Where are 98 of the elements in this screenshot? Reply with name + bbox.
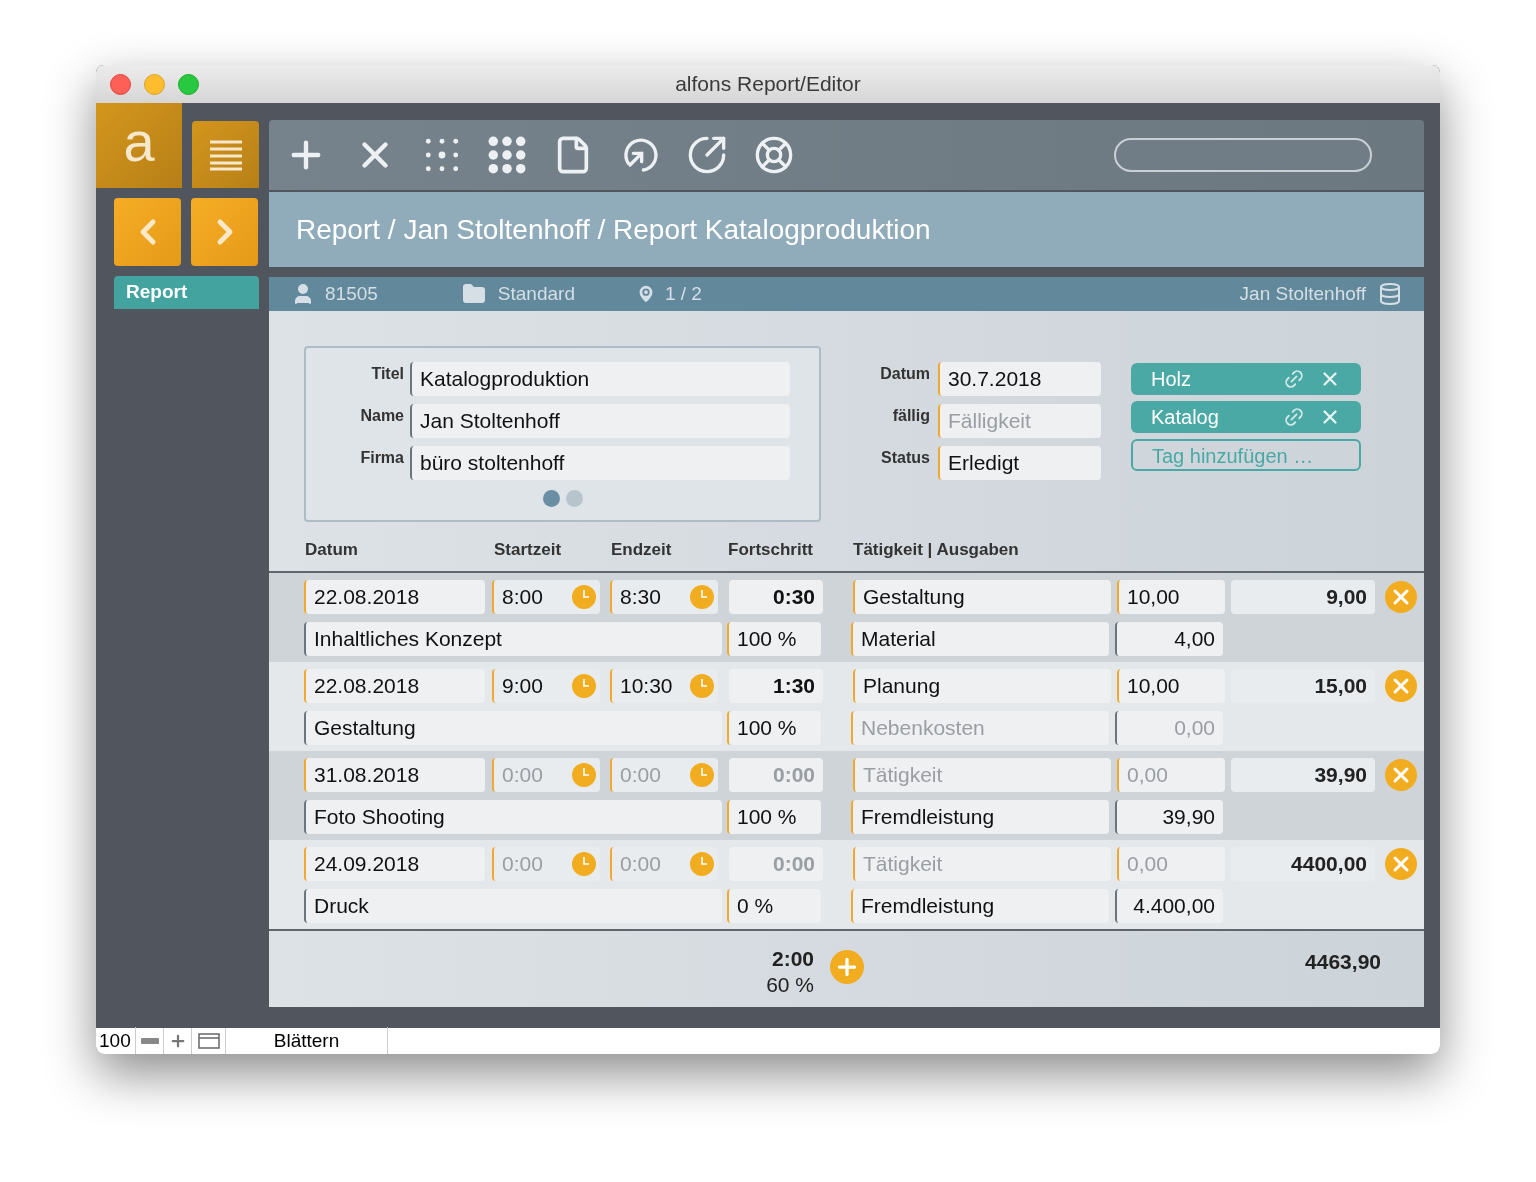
delete-button[interactable] xyxy=(1385,759,1417,791)
zoom-window-button[interactable] xyxy=(178,73,199,95)
delete-button[interactable] xyxy=(1385,848,1417,880)
date-field[interactable]: 31.08.2018 xyxy=(304,758,485,792)
field-label: fällig xyxy=(891,406,931,426)
record-position: 1 / 2 xyxy=(664,281,702,306)
add-row-button[interactable] xyxy=(830,950,864,984)
column-header: Tätigkeit | Ausgaben xyxy=(853,539,1019,562)
dot-grid-icon[interactable] xyxy=(488,136,526,174)
duration-field[interactable]: 0:30 xyxy=(729,580,823,614)
date-field[interactable]: 24.09.2018 xyxy=(304,847,485,881)
time-field[interactable]: 10:30 xyxy=(610,669,718,703)
clock-icon[interactable] xyxy=(572,852,596,876)
clock-icon[interactable] xyxy=(572,585,596,609)
column-header: Startzeit xyxy=(494,539,563,562)
tag-label: Holz xyxy=(1151,367,1191,392)
time-text: 8:30 xyxy=(620,584,661,611)
time-text: 0:00 xyxy=(502,762,543,789)
time-text: 0:00 xyxy=(502,851,543,878)
clock-icon[interactable] xyxy=(690,763,714,787)
date-field[interactable]: 22.08.2018 xyxy=(304,580,485,614)
clock-icon[interactable] xyxy=(690,852,714,876)
time-text: 9:00 xyxy=(502,673,543,700)
description-field[interactable]: Inhaltliches Konzept xyxy=(304,622,722,656)
clock-icon[interactable] xyxy=(690,585,714,609)
duration-field[interactable]: 1:30 xyxy=(729,669,823,703)
total-duration: 2:00 xyxy=(771,946,814,972)
clock-icon[interactable] xyxy=(572,763,596,787)
field-label: Datum xyxy=(879,364,931,384)
description-field[interactable]: Foto Shooting xyxy=(304,800,722,834)
expense-amount-field[interactable]: 4.400,00 xyxy=(1115,889,1223,923)
rate-field[interactable]: 10,00 xyxy=(1117,669,1225,703)
progress-field[interactable]: 100 % xyxy=(727,800,821,834)
amount-field: 9,00 xyxy=(1231,580,1375,614)
expense-type-field[interactable]: Fremdleistung xyxy=(851,800,1109,834)
minus-icon xyxy=(140,1038,159,1044)
expense-amount-field[interactable]: 39,90 xyxy=(1115,800,1223,834)
folder-icon xyxy=(461,282,486,306)
text-field[interactable]: Erledigt xyxy=(938,446,1101,480)
delete-button[interactable] xyxy=(1385,670,1417,702)
search-field[interactable] xyxy=(1114,138,1372,172)
minimize-window-button[interactable] xyxy=(144,73,165,95)
description-field[interactable]: Druck xyxy=(304,889,722,923)
column-header: Datum xyxy=(305,539,359,562)
folder-name: Standard xyxy=(497,281,575,306)
amount-field: 15,00 xyxy=(1231,669,1375,703)
database-icon[interactable] xyxy=(1378,282,1402,306)
expense-type-field[interactable]: Fremdleistung xyxy=(851,889,1109,923)
text-field[interactable]: 30.7.2018 xyxy=(938,362,1101,396)
time-text: 10:30 xyxy=(620,673,673,700)
expense-amount-field[interactable]: 4,00 xyxy=(1115,622,1223,656)
time-field[interactable]: 8:00 xyxy=(492,580,600,614)
time-text: 8:00 xyxy=(502,584,543,611)
rate-field[interactable]: 10,00 xyxy=(1117,580,1225,614)
progress-field[interactable]: 0 % xyxy=(727,889,821,923)
close-window-button[interactable] xyxy=(110,73,131,95)
amount-field: 4400,00 xyxy=(1231,847,1375,881)
activity-field[interactable]: Gestaltung xyxy=(853,580,1111,614)
description-field[interactable]: Gestaltung xyxy=(304,711,722,745)
progress-field[interactable]: 100 % xyxy=(727,711,821,745)
refresh-icon[interactable] xyxy=(687,135,727,175)
time-text: 0:00 xyxy=(620,851,661,878)
menu-button[interactable] xyxy=(192,121,259,188)
window-title: alfons Report/Editor xyxy=(675,71,861,98)
text-field[interactable]: Jan Stoltenhoff xyxy=(410,404,790,438)
date-field[interactable]: 22.08.2018 xyxy=(304,669,485,703)
time-field[interactable]: 9:00 xyxy=(492,669,600,703)
time-field[interactable]: 8:30 xyxy=(610,580,718,614)
progress-field[interactable]: 100 % xyxy=(727,622,821,656)
expense-type-field[interactable]: Material xyxy=(851,622,1109,656)
zoom-level[interactable]: 100 xyxy=(96,1026,136,1054)
menu-icon xyxy=(207,138,244,171)
window-icon xyxy=(197,1033,220,1049)
dotted-grid-icon[interactable] xyxy=(423,136,461,174)
delete-button[interactable] xyxy=(1385,581,1417,613)
lifebuoy-icon[interactable] xyxy=(754,135,794,175)
breadcrumb-title: Report / Jan Stoltenhoff / Report Katalogproduktion xyxy=(296,212,931,247)
amount-field: 39,90 xyxy=(1231,758,1375,792)
column-header: Endzeit xyxy=(611,539,673,562)
field-label: Name xyxy=(359,406,405,426)
column-header: Fortschritt xyxy=(728,539,814,562)
text-field[interactable]: büro stoltenhoff xyxy=(410,446,790,480)
field-label: Titel xyxy=(370,364,405,384)
clock-icon[interactable] xyxy=(572,674,596,698)
user-name: Jan Stoltenhoff xyxy=(1239,281,1366,306)
back-button[interactable] xyxy=(114,198,181,266)
field-label: Status xyxy=(880,448,931,468)
total-percent: 60 % xyxy=(766,972,814,999)
field-label: Firma xyxy=(359,448,405,468)
text-field[interactable]: Katalogproduktion xyxy=(410,362,790,396)
mode-label[interactable]: Blättern xyxy=(226,1026,388,1054)
forward-button[interactable] xyxy=(191,198,258,266)
activity-field[interactable]: Planung xyxy=(853,669,1111,703)
record-number: 81505 xyxy=(325,281,378,306)
time-text: 0:00 xyxy=(620,762,661,789)
clock-icon[interactable] xyxy=(690,674,714,698)
total-amount: 4463,90 xyxy=(1304,949,1381,975)
tag-label: Katalog xyxy=(1151,405,1219,430)
